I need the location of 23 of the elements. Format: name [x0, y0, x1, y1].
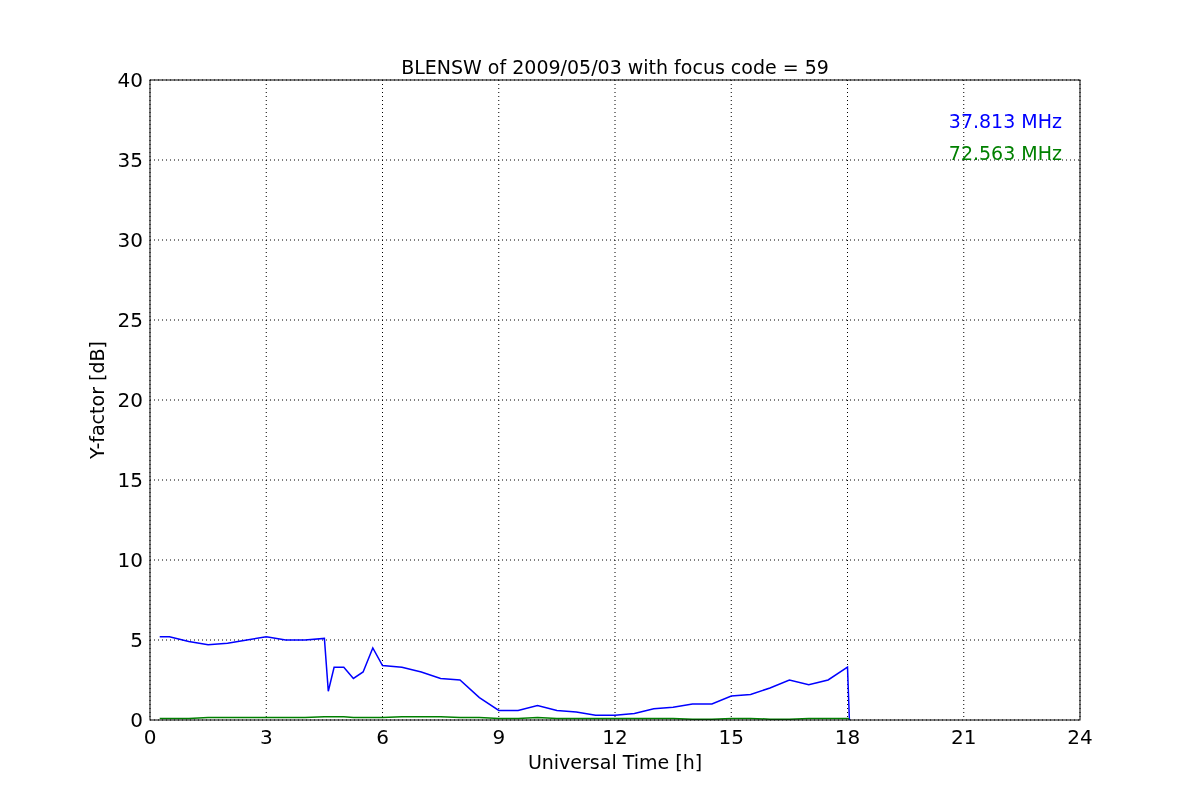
x-tick-label: 21 — [951, 725, 977, 749]
x-tick-label: 15 — [718, 725, 744, 749]
y-tick-label: 20 — [117, 388, 143, 412]
x-tick-label: 12 — [602, 725, 628, 749]
x-axis-label: Universal Time [h] — [527, 751, 703, 773]
y-tick-label: 35 — [117, 148, 143, 172]
y-axis-label: Y-factor [dB] — [86, 341, 108, 459]
x-tick-label: 0 — [143, 725, 157, 749]
y-tick-label: 0 — [130, 708, 143, 732]
y-tick-label: 40 — [117, 68, 143, 92]
x-tick-label: 3 — [259, 725, 273, 749]
x-tick-label: 18 — [834, 725, 861, 749]
chart-title: BLENSW of 2009/05/03 with focus code = 59 — [401, 56, 829, 78]
legend-label: 72.563 MHz — [948, 142, 1062, 164]
y-tick-label: 15 — [117, 468, 143, 492]
legend-label: 37.813 MHz — [948, 110, 1062, 132]
y-tick-label: 25 — [117, 308, 143, 332]
y-tick-label: 30 — [117, 228, 143, 252]
y-tick-label: 5 — [130, 628, 143, 652]
x-tick-label: 24 — [1067, 725, 1093, 749]
y-tick-label: 10 — [117, 548, 143, 572]
x-tick-label: 9 — [492, 725, 506, 749]
x-tick-label: 6 — [376, 725, 389, 749]
